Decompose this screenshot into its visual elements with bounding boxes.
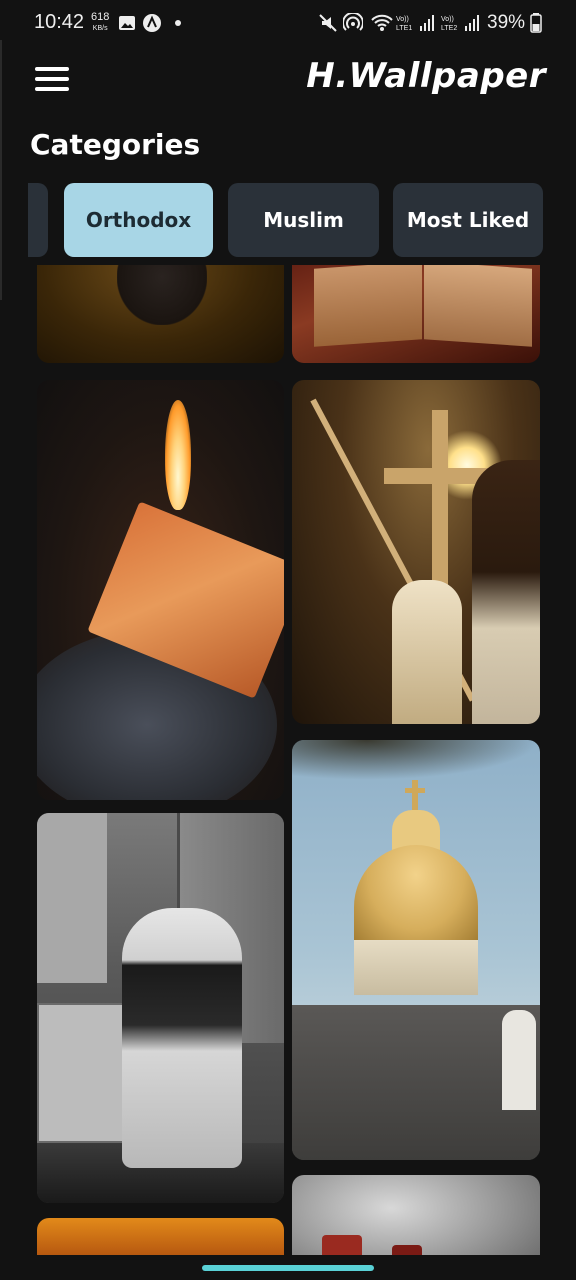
dot-icon <box>174 13 182 33</box>
gesture-nav-handle[interactable] <box>202 1265 374 1271</box>
hotspot-icon <box>343 13 363 33</box>
svg-text:Vo)): Vo)) <box>396 16 409 23</box>
app-a-icon <box>142 13 162 33</box>
category-chip-muslim[interactable]: Muslim <box>228 183 379 257</box>
category-chips[interactable]: Orthodox Muslim Most Liked <box>28 183 548 259</box>
wifi-icon <box>370 13 394 33</box>
category-chip-most-liked[interactable]: Most Liked <box>393 183 543 257</box>
svg-text:LTE2: LTE2 <box>441 25 457 32</box>
battery-percent: 39% <box>487 12 526 33</box>
wallpaper-tile[interactable] <box>292 265 540 363</box>
battery-icon <box>530 13 542 33</box>
category-chip-label: Muslim <box>263 208 344 232</box>
screen: 10:42 618 KB/s Vo)) LTE1 Vo)) LTE2 39% H… <box>0 0 576 1280</box>
category-chip-orthodox[interactable]: Orthodox <box>64 183 213 257</box>
category-chip[interactable] <box>28 183 48 257</box>
network-speed-unit: KB/s <box>92 25 108 32</box>
hamburger-menu-icon[interactable] <box>30 62 76 96</box>
wallpaper-tile[interactable] <box>292 380 540 724</box>
app-bar: H.Wallpaper <box>0 48 576 108</box>
category-chip-label: Most Liked <box>406 208 530 232</box>
gallery-icon <box>118 13 136 33</box>
category-chip-label: Orthodox <box>85 208 192 232</box>
status-bar: 10:42 618 KB/s Vo)) LTE1 Vo)) LTE2 39% <box>0 0 576 48</box>
wallpaper-tile[interactable] <box>37 813 284 1203</box>
svg-text:Vo)): Vo)) <box>441 16 454 23</box>
mute-icon <box>318 13 338 33</box>
volte2-signal-icon: Vo)) LTE2 <box>441 13 481 33</box>
svg-text:LTE1: LTE1 <box>396 25 412 32</box>
wallpaper-grid[interactable] <box>37 265 540 1255</box>
wallpaper-tile[interactable] <box>292 1175 540 1255</box>
wallpaper-tile[interactable] <box>37 265 284 363</box>
wallpaper-tile[interactable] <box>37 380 284 800</box>
app-title: H.Wallpaper <box>306 56 546 96</box>
wallpaper-tile[interactable] <box>292 740 540 1160</box>
wallpaper-tile[interactable] <box>37 1218 284 1255</box>
categories-title: Categories <box>30 128 201 161</box>
status-time: 10:42 <box>34 11 85 33</box>
network-speed-value: 618 <box>91 11 110 23</box>
volte1-signal-icon: Vo)) LTE1 <box>396 13 436 33</box>
network-speed: 618 KB/s <box>91 12 109 34</box>
